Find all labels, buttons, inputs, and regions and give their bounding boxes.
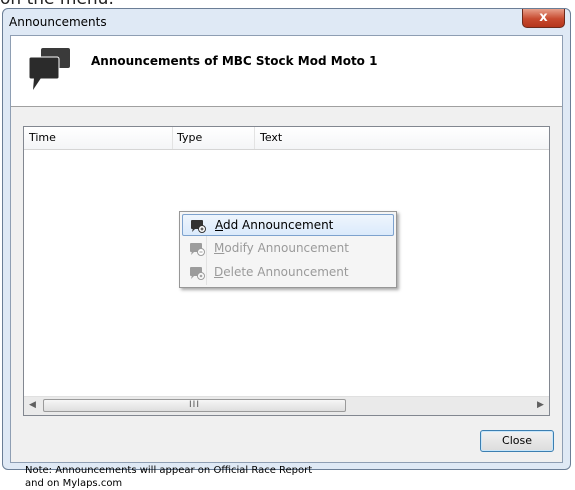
- scroll-left-icon[interactable]: ◀: [24, 397, 41, 414]
- window-title: Announcements: [9, 15, 107, 29]
- speech-bubble-icon: [28, 48, 70, 90]
- window-close-button[interactable]: x: [522, 9, 565, 28]
- note-line-2: and on Mylaps.com: [25, 478, 123, 489]
- context-menu: Add Announcement Modify Announcement Del…: [179, 211, 397, 288]
- horizontal-scrollbar[interactable]: ◀ III ▶: [24, 396, 549, 415]
- menu-item-delete-announcement[interactable]: Delete Announcement: [182, 262, 394, 284]
- title-bar: Announcements x: [3, 9, 570, 35]
- menu-item-add-announcement[interactable]: Add Announcement: [182, 214, 394, 236]
- footer-note: Note: Announcements will appear on Offic…: [25, 464, 312, 490]
- note-line-1: Note: Announcements will appear on Offic…: [25, 465, 313, 476]
- menu-item-label: Delete Announcement: [214, 265, 349, 279]
- column-divider[interactable]: [172, 127, 173, 149]
- scroll-right-icon[interactable]: ▶: [532, 397, 549, 414]
- column-header-type[interactable]: Type: [177, 131, 202, 144]
- scroll-thumb-grip: III: [189, 400, 200, 410]
- menu-item-modify-announcement[interactable]: Modify Announcement: [182, 238, 394, 260]
- menu-item-label: Modify Announcement: [214, 241, 349, 255]
- modify-announcement-icon: [190, 243, 205, 256]
- caption-text: on the menu.: [0, 0, 114, 8]
- header-title: Announcements of MBC Stock Mod Moto 1: [91, 54, 378, 68]
- delete-announcement-icon: [190, 267, 205, 280]
- menu-item-label: Add Announcement: [215, 218, 334, 232]
- add-announcement-icon: [191, 220, 206, 233]
- caption-fragment: on the menu.: [0, 0, 575, 8]
- close-button[interactable]: Close: [480, 430, 554, 452]
- column-header-text[interactable]: Text: [260, 131, 282, 144]
- column-header-time[interactable]: Time: [29, 131, 56, 144]
- header-panel: Announcements of MBC Stock Mod Moto 1: [11, 36, 562, 107]
- column-divider[interactable]: [254, 127, 255, 149]
- scroll-thumb[interactable]: III: [43, 399, 346, 412]
- list-header: Time Type Text: [24, 127, 549, 150]
- close-icon: x: [539, 10, 548, 25]
